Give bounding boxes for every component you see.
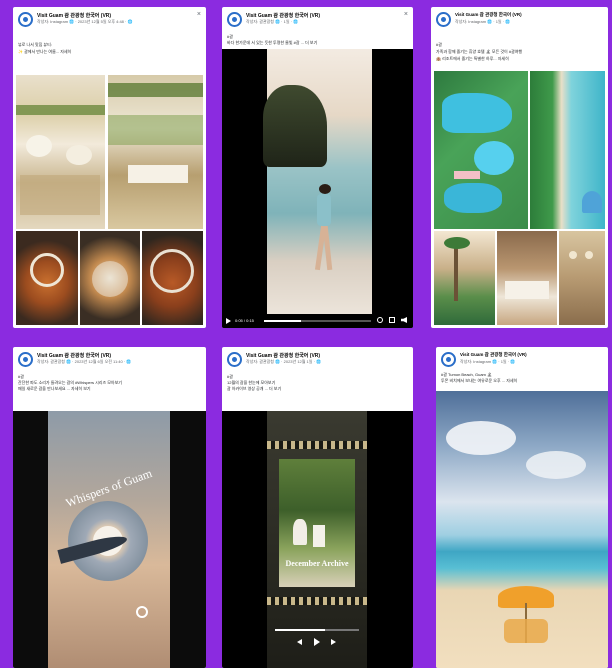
rock-formation bbox=[263, 85, 327, 167]
video-controls[interactable]: 0:05 / 0:15 bbox=[222, 314, 413, 328]
photo-tumon-beach[interactable] bbox=[436, 391, 608, 668]
photo-food-3[interactable] bbox=[142, 231, 203, 325]
page-avatar[interactable] bbox=[227, 12, 242, 27]
close-icon[interactable]: × bbox=[197, 11, 201, 18]
post-meta: 작성자: 괌관광청 🌐 · 2023년 12월 6일 오전 11:40 · 🌐 bbox=[37, 359, 132, 364]
post-text: 뷰로 나서 맛집 뷰티: bbox=[18, 42, 52, 47]
page-name[interactable]: Visit Guam 괌 관광청 한국어 (VR) bbox=[37, 12, 111, 19]
photo-food-2[interactable] bbox=[80, 231, 140, 325]
cloud bbox=[526, 451, 586, 479]
post-text: 가족과 함께 즐기는 휴양 호텔 🏝 모든 것이 #괌여행 bbox=[436, 49, 523, 54]
photo-beach-aerial[interactable] bbox=[530, 71, 605, 229]
progress-bar[interactable] bbox=[264, 320, 371, 322]
post-card-4[interactable]: Visit Guam 괌 관광청 한국어 (VR) 작성자: 괌관광청 🌐 · … bbox=[13, 347, 206, 668]
film-photo: December Archive bbox=[279, 459, 355, 587]
page-name[interactable]: Visit Guam 괌 관광청 한국어 (VR) bbox=[37, 352, 111, 359]
music-progress-bar[interactable] bbox=[275, 629, 359, 631]
photo-restaurant-interior-2[interactable] bbox=[108, 75, 203, 229]
post-text: 투몬 비치에서 보내는 여유로운 오후 ... 자세히 bbox=[441, 378, 518, 383]
post-card-3[interactable]: Visit Guam 괌 관광청 한국어 (VR) 작성자: Instagram… bbox=[431, 7, 608, 328]
video-player[interactable]: 0:05 / 0:15 bbox=[222, 49, 413, 328]
settings-icon[interactable] bbox=[377, 317, 383, 323]
video-player[interactable]: Whispers of Guam GUAM bbox=[13, 411, 206, 668]
cloud bbox=[446, 421, 516, 455]
page-avatar[interactable] bbox=[441, 352, 456, 367]
post-meta: 작성자: 괌관광청 🌐 · 1일 · 🌐 bbox=[246, 19, 299, 24]
post-meta: 작성자: Instagram 🌐 · 2023년 12월 5일 오후 4:48 … bbox=[37, 19, 133, 24]
post-text: 괌 아카이브 영상 공개 ... 더 보기 bbox=[227, 386, 282, 391]
post-meta: 작성자: Instagram 🌐 · 1일 · 🌐 bbox=[460, 359, 516, 364]
volume-icon[interactable] bbox=[401, 317, 407, 323]
page-name[interactable]: Visit Guam 괌 관광청 한국어 (VR) bbox=[246, 352, 320, 359]
film-strip-bottom bbox=[267, 597, 367, 605]
page-name[interactable]: Visit Guam 괌 관광청 한국어 (VR) bbox=[460, 352, 527, 358]
photo-hotel-bathroom[interactable] bbox=[559, 231, 605, 325]
vinyl-arm-icon bbox=[136, 606, 148, 618]
photo-palm-pool[interactable] bbox=[434, 231, 495, 325]
photo-food-1[interactable] bbox=[16, 231, 78, 325]
play-icon[interactable] bbox=[226, 318, 231, 324]
fullscreen-icon[interactable] bbox=[389, 317, 395, 323]
next-icon[interactable] bbox=[331, 639, 336, 645]
photo-restaurant-interior-1[interactable] bbox=[16, 75, 105, 229]
post-meta: 작성자: Instagram 🌐 · 1일 · 🌐 bbox=[455, 19, 511, 24]
post-card-6[interactable]: Visit Guam 괌 관광청 한국어 (VR) 작성자: Instagram… bbox=[436, 347, 608, 668]
post-card-2[interactable]: Visit Guam 괌 관광청 한국어 (VR) 작성자: 괌관광청 🌐 · … bbox=[222, 7, 413, 328]
page-name[interactable]: Visit Guam 괌 관광청 한국어 (VR) bbox=[455, 12, 522, 18]
post-text: 🏨 리조트에서 즐기는 특별한 하루... 자세히 bbox=[436, 56, 509, 61]
post-card-1[interactable]: Visit Guam 괌 관광청 한국어 (VR) 작성자: Instagram… bbox=[13, 7, 206, 328]
post-card-5[interactable]: Visit Guam 괌 관광청 한국어 (VR) 작성자: 괌관광청 🌐 · … bbox=[222, 347, 413, 668]
page-avatar[interactable] bbox=[18, 12, 33, 27]
post-text: #괌 bbox=[436, 42, 442, 47]
film-strip-top bbox=[267, 441, 367, 449]
post-meta: 작성자: 괌관광청 🌐 · 2023년 12월 1일 · 🌐 bbox=[246, 359, 321, 364]
previous-icon[interactable] bbox=[297, 639, 302, 645]
page-name[interactable]: Visit Guam 괌 관광청 한국어 (VR) bbox=[246, 12, 320, 19]
video-player[interactable]: December Archive bbox=[222, 411, 413, 668]
film-title: December Archive bbox=[285, 559, 349, 568]
page-avatar[interactable] bbox=[18, 352, 33, 367]
video-time: 0:05 / 0:15 bbox=[235, 318, 254, 323]
photo-resort-aerial[interactable] bbox=[434, 71, 528, 229]
page-avatar[interactable] bbox=[436, 12, 451, 27]
post-text: 매일 새로운 괌을 만나보세요 ... 자세히 보기 bbox=[18, 386, 91, 391]
play-icon[interactable] bbox=[314, 638, 320, 646]
post-text: ✨ 괌에서 만나는 여름... 자세히 bbox=[18, 49, 72, 54]
woman-figure bbox=[319, 184, 331, 194]
photo-hotel-room[interactable] bbox=[497, 231, 557, 325]
post-text: 바다 한가운데 서 있는 듯한 투명한 물빛 #괌 ... 더 보기 bbox=[227, 40, 318, 45]
close-icon[interactable]: × bbox=[404, 11, 408, 18]
page-avatar[interactable] bbox=[227, 352, 242, 367]
